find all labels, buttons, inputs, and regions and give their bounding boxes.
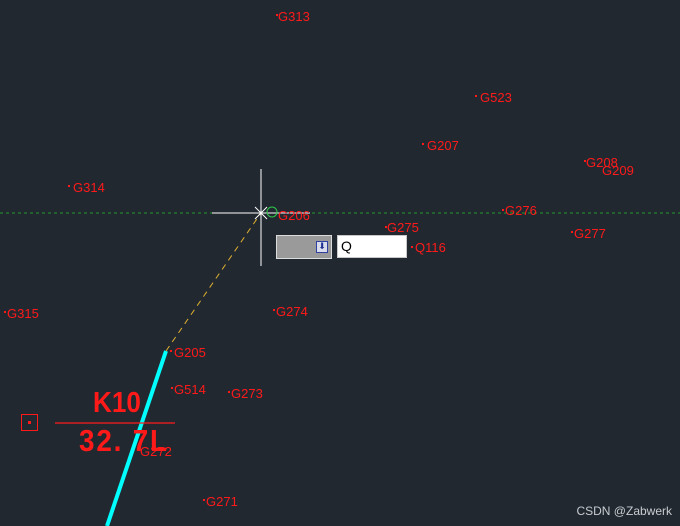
point-marker-g276[interactable] bbox=[502, 209, 504, 211]
snap-marker-icon bbox=[266, 206, 278, 218]
watermark-text: CSDN @Zabwerk bbox=[576, 504, 672, 518]
arrow-down-icon[interactable]: ⬇ bbox=[316, 241, 328, 253]
point-marker-g514[interactable] bbox=[171, 387, 173, 389]
station-value-label: 32. 7L bbox=[79, 423, 169, 458]
point-label-g273[interactable]: G273 bbox=[231, 387, 263, 400]
point-marker-g274[interactable] bbox=[273, 309, 275, 311]
point-marker-g208[interactable] bbox=[584, 160, 586, 162]
point-marker-g273[interactable] bbox=[228, 391, 230, 393]
point-marker-g315[interactable] bbox=[4, 311, 6, 313]
point-label-g207[interactable]: G207 bbox=[427, 139, 459, 152]
point-label-g276[interactable]: G276 bbox=[505, 204, 537, 217]
point-label-g275[interactable]: G275 bbox=[387, 221, 419, 234]
point-label-g274[interactable]: G274 bbox=[276, 305, 308, 318]
point-label-g206[interactable]: G206 bbox=[278, 209, 310, 222]
point-label-g205[interactable]: G205 bbox=[174, 346, 206, 359]
point-marker-g314[interactable] bbox=[68, 185, 70, 187]
point-marker-g313[interactable] bbox=[276, 14, 278, 16]
point-marker-q116[interactable] bbox=[411, 246, 413, 248]
command-input-field[interactable]: Q bbox=[337, 235, 407, 258]
point-label-q116[interactable]: Q116 bbox=[415, 241, 446, 254]
point-marker-g275[interactable] bbox=[385, 226, 387, 228]
command-dropdown[interactable]: ⬇ bbox=[276, 235, 332, 259]
point-symbol-icon bbox=[21, 414, 38, 431]
point-symbol-dot bbox=[28, 421, 31, 424]
point-marker-g277[interactable] bbox=[571, 231, 573, 233]
point-marker-g207[interactable] bbox=[422, 143, 424, 145]
station-name-label: K10 bbox=[93, 387, 141, 419]
point-marker-g271[interactable] bbox=[203, 499, 205, 501]
point-label-g313[interactable]: G313 bbox=[278, 10, 310, 23]
point-label-g277[interactable]: G277 bbox=[574, 227, 606, 240]
point-label-g315[interactable]: G315 bbox=[7, 307, 39, 320]
point-marker-g523[interactable] bbox=[475, 95, 477, 97]
point-label-g209[interactable]: G209 bbox=[602, 164, 634, 177]
point-marker-g205[interactable] bbox=[170, 350, 172, 352]
point-label-g514[interactable]: G514 bbox=[174, 383, 206, 396]
point-label-g523[interactable]: G523 bbox=[480, 91, 512, 104]
point-label-g314[interactable]: G314 bbox=[73, 181, 105, 194]
rubber-band-line bbox=[165, 212, 262, 352]
point-label-g271[interactable]: G271 bbox=[206, 495, 238, 508]
